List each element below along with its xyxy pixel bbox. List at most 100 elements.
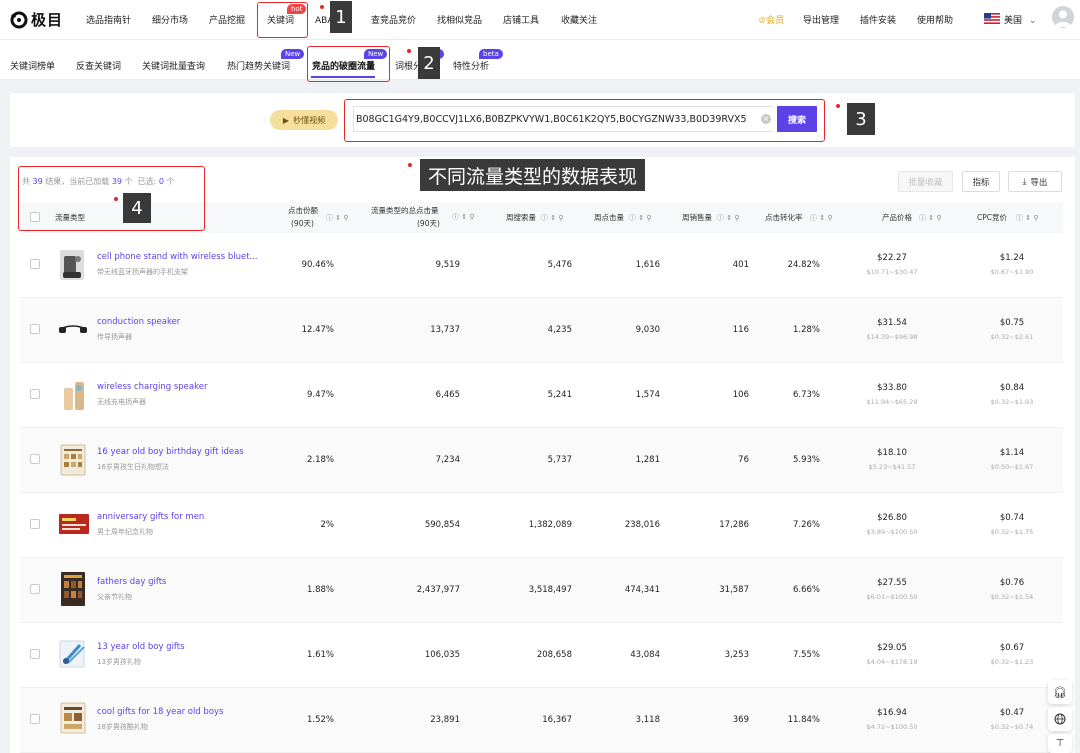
weekly-search-value: 208,658 [536,650,572,660]
vip-link[interactable]: ♔会员 [758,13,784,26]
total-clicks-value: 590,854 [424,520,460,530]
sort-icon[interactable]: ⓘ ⇕ ⚲ [1014,212,1038,224]
row-checkbox[interactable] [30,259,40,269]
tab-reverse-keyword[interactable]: 反查关键词 [76,59,121,72]
row-checkbox[interactable] [30,584,40,594]
annotation-caption: 不同流量类型的数据表现 [420,159,646,191]
tab-feature-analysis[interactable]: 特性分析 [453,59,489,72]
annotation-box-keywords [257,2,308,38]
cpc-value: $0.74 [999,513,1025,523]
col-header-click-share[interactable]: 点击份额 [288,205,318,217]
keyword-link[interactable]: cell phone stand with wireless bluet... [97,252,258,262]
nav-item-similar-products[interactable]: 找相似竞品 [437,13,482,26]
table-row[interactable]: wireless charging speaker 无线充电扬声器 9.47% … [20,363,1063,428]
product-thumbnail [60,378,88,412]
nav-item-selection-guide[interactable]: 选品指南针 [86,13,131,26]
product-thumbnail [60,571,86,607]
tab-keyword-ranking[interactable]: 关键词榜单 [10,59,55,72]
row-checkbox[interactable] [30,649,40,659]
table-row[interactable]: 13 year old boy gifts 13岁男孩礼物 1.61% 106,… [20,623,1063,688]
plugin-install-link[interactable]: 插件安装 [860,13,896,26]
table-row[interactable]: 16 year old boy birthday gift ideas 16岁男… [20,428,1063,493]
keyword-link[interactable]: 13 year old boy gifts [97,642,185,652]
weekly-search-value: 1,382,089 [528,520,572,530]
click-share-value: 2% [320,520,335,530]
table-row[interactable]: fathers day gifts 父亲节礼物 1.88% 2,437,977 … [20,558,1063,623]
keyword-link[interactable]: anniversary gifts for men [97,512,204,522]
keyword-translation: 父亲节礼物 [97,593,132,601]
language-button[interactable] [1048,707,1072,731]
keyword-link[interactable]: wireless charging speaker [97,382,207,392]
row-checkbox[interactable] [30,454,40,464]
table-row[interactable]: anniversary gifts for men 男士周年纪念礼物 2% 59… [20,493,1063,558]
metrics-button[interactable]: 指标 [962,171,1000,192]
conversion-rate-value: 7.55% [792,650,820,660]
row-checkbox[interactable] [30,714,40,724]
sub-nav-bar: 关键词榜单 反查关键词 关键词批量查询 热门趋势关键词 New 竞品的破圈流量 … [0,40,1080,80]
table-row[interactable]: cell phone stand with wireless bluet... … [20,233,1063,298]
export-management-link[interactable]: 导出管理 [803,13,839,26]
logo-text: 极目 [31,10,64,29]
click-share-value: 1.52% [306,715,334,725]
sort-icon[interactable]: ⓘ ⇕ ⚲ [917,212,941,224]
annotation-dot [114,197,118,201]
row-checkbox[interactable] [30,389,40,399]
keyword-link[interactable]: conduction speaker [97,317,180,327]
row-checkbox[interactable] [30,324,40,334]
cpc-value: $0.76 [999,578,1025,588]
price-value: $27.55 [877,578,907,588]
explainer-video-button[interactable]: ▶ 秒懂视频 [270,110,338,130]
cpc-value: $0.75 [999,318,1025,328]
help-link[interactable]: 使用帮助 [917,13,953,26]
nav-item-favorites[interactable]: 收藏关注 [561,13,597,26]
col-header-weekly-search[interactable]: 周搜索量 [506,212,536,224]
nav-item-store-tools[interactable]: 店铺工具 [503,13,539,26]
beta-badge: beta [479,49,503,59]
logo[interactable]: 极目 [9,7,65,31]
sort-icon[interactable]: ⓘ ⇕ ⚲ [627,212,651,224]
col-header-product-price[interactable]: 产品价格 [882,212,912,224]
sort-icon[interactable]: ⓘ ⇕ ⚲ [539,212,563,224]
sort-icon[interactable]: ⓘ ⇕ ⚲ [450,211,474,223]
annotation-number-3: 3 [847,103,875,135]
region-selector[interactable]: 美国 ⌄ [1004,13,1036,26]
back-to-top-button[interactable]: ⊤ [1048,734,1072,753]
nav-item-market-segments[interactable]: 细分市场 [152,13,188,26]
annotation-dot [836,104,840,108]
product-thumbnail [60,702,86,734]
table-row[interactable]: conduction speaker 传导扬声器 12.47% 13,737 4… [20,298,1063,363]
tab-batch-keyword-query[interactable]: 关键词批量查询 [142,59,205,72]
product-thumbnail [58,315,88,345]
keyword-link[interactable]: cool gifts for 18 year old boys [97,707,224,717]
batch-collect-button[interactable]: 批量收藏 [898,171,953,192]
export-button[interactable]: ⤓ 导出 [1008,171,1062,192]
conversion-rate-value: 1.28% [792,325,820,335]
col-header-total-clicks[interactable]: 流量类型的总点击量 [371,205,439,217]
keyword-link[interactable]: fathers day gifts [97,577,166,587]
col-header-weekly-clicks[interactable]: 周点击量 [594,212,624,224]
annotation-box-search [344,99,825,142]
keyword-link[interactable]: 16 year old boy birthday gift ideas [97,447,244,457]
col-header-weekly-sales[interactable]: 周销售量 [682,212,712,224]
cpc-value: $0.84 [999,383,1025,393]
weekly-clicks-value: 1,281 [635,455,660,465]
avatar[interactable] [1052,6,1074,28]
sort-icon[interactable]: ⓘ ⇕ ⚲ [715,212,739,224]
sort-icon[interactable]: ⓘ ⇕ ⚲ [808,212,832,224]
weekly-search-value: 5,476 [547,260,572,270]
price-range: $14.39~$96.98 [866,333,918,341]
customer-support-button[interactable]: 🎧︎ [1048,680,1072,704]
sort-icon[interactable]: ⓘ ⇕ ⚲ [324,212,348,224]
col-header-cpc-bid[interactable]: CPC竞价 [977,212,1007,224]
weekly-clicks-value: 43,084 [630,650,660,660]
weekly-search-value: 16,367 [542,715,572,725]
table-row[interactable]: cool gifts for 18 year old boys 18岁男孩酷礼物… [20,688,1063,753]
cpc-value: $1.24 [999,253,1025,263]
product-thumbnail [58,637,90,671]
weekly-clicks-value: 1,616 [635,260,660,270]
col-header-conversion-rate[interactable]: 点击转化率 [765,212,803,224]
nav-item-competitor-bid[interactable]: 查竞品竞价 [371,13,416,26]
tab-trending-keywords[interactable]: 热门趋势关键词 [227,59,290,72]
nav-item-product-mining[interactable]: 产品挖掘 [209,13,245,26]
row-checkbox[interactable] [30,519,40,529]
